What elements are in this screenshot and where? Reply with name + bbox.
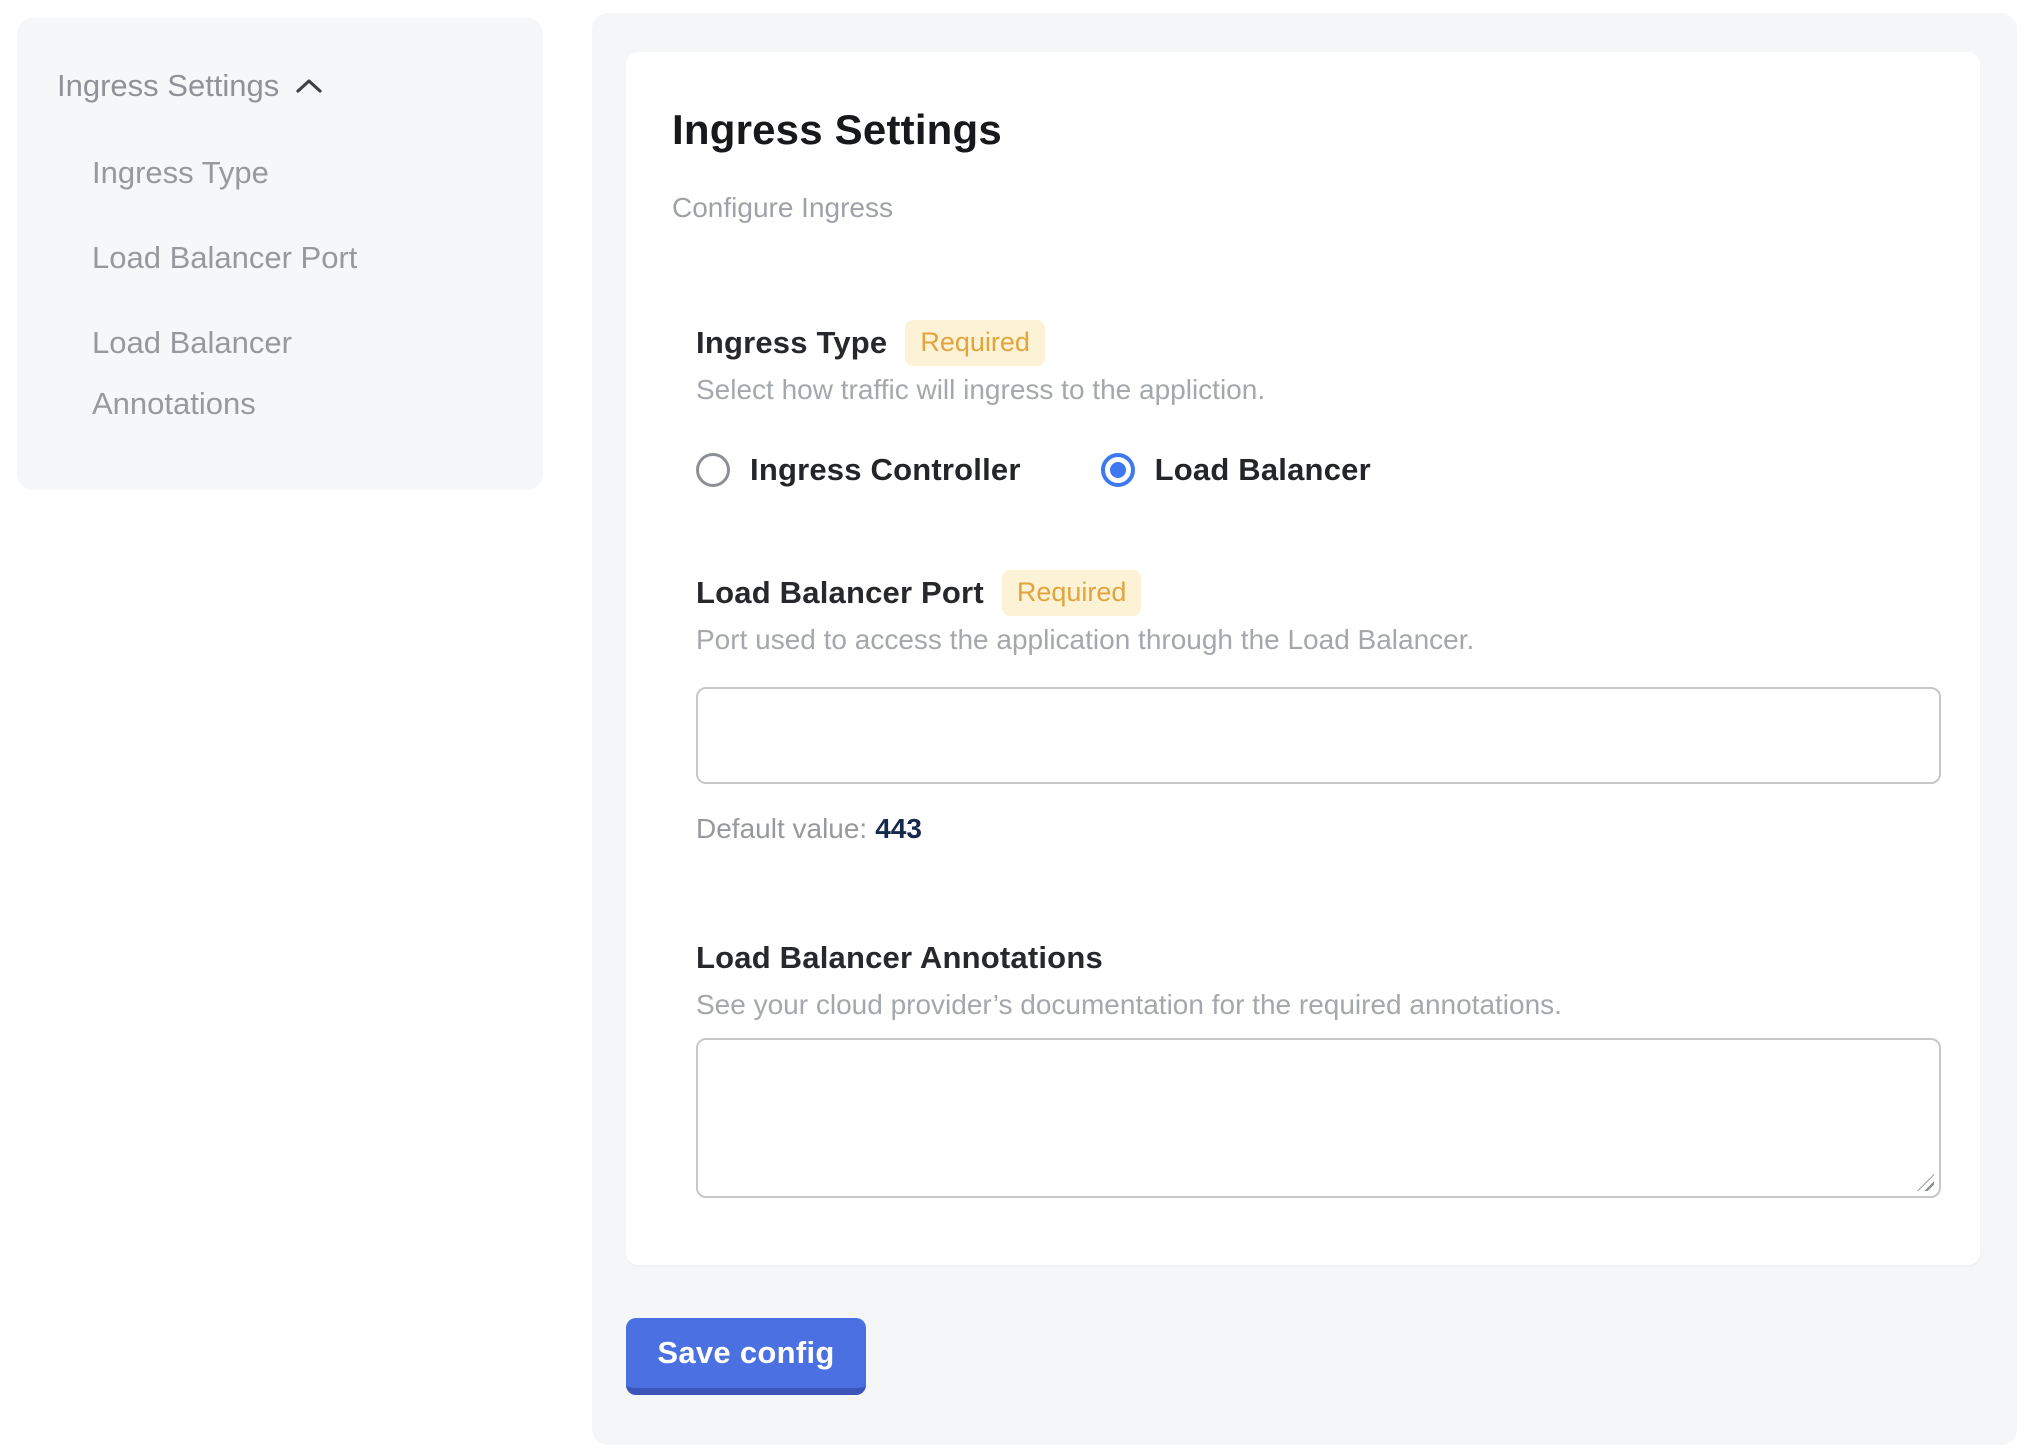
ingress-type-label: Ingress Type xyxy=(696,325,887,361)
page-subtitle: Configure Ingress xyxy=(672,191,1934,225)
radio-load-balancer[interactable]: Load Balancer xyxy=(1101,452,1371,488)
load-balancer-annotations-textarea[interactable] xyxy=(696,1038,1941,1198)
section-ingress-type: Ingress Type Required Select how traffic… xyxy=(696,319,1934,489)
section-load-balancer-annotations: Load Balancer Annotations See your cloud… xyxy=(696,934,1934,1198)
chevron-up-icon xyxy=(295,77,323,95)
default-value: 443 xyxy=(875,813,922,844)
ingress-type-description: Select how traffic will ingress to the a… xyxy=(696,373,1934,407)
settings-sidebar: Ingress Settings Ingress Type Load Balan… xyxy=(17,18,543,490)
save-config-button[interactable]: Save config xyxy=(626,1318,866,1395)
ingress-settings-card: Ingress Settings Configure Ingress Ingre… xyxy=(626,52,1980,1265)
sidebar-item-load-balancer-annotations[interactable]: Load Balancer Annotations xyxy=(57,312,362,434)
sidebar-item-load-balancer-port[interactable]: Load Balancer Port xyxy=(57,227,362,288)
sidebar-group-label: Ingress Settings xyxy=(57,68,279,104)
annotations-textarea-wrap xyxy=(696,1038,1941,1198)
radio-unselected-icon[interactable] xyxy=(696,453,730,487)
page-title: Ingress Settings xyxy=(672,107,1934,153)
load-balancer-port-description: Port used to access the application thro… xyxy=(696,623,1934,657)
required-badge: Required xyxy=(905,320,1045,366)
sidebar-group-ingress-settings[interactable]: Ingress Settings xyxy=(57,62,513,110)
load-balancer-annotations-description: See your cloud provider’s documentation … xyxy=(696,988,1934,1022)
radio-selected-icon[interactable] xyxy=(1101,453,1135,487)
load-balancer-annotations-label: Load Balancer Annotations xyxy=(696,940,1103,976)
default-value-line: Default value: 443 xyxy=(696,812,1934,846)
sidebar-item-ingress-type[interactable]: Ingress Type xyxy=(57,142,362,203)
radio-ingress-controller[interactable]: Ingress Controller xyxy=(696,452,1021,488)
load-balancer-port-label: Load Balancer Port xyxy=(696,575,984,611)
load-balancer-port-input[interactable] xyxy=(696,687,1941,784)
default-value-label: Default value: xyxy=(696,813,867,844)
required-badge: Required xyxy=(1002,570,1142,616)
section-load-balancer-port: Load Balancer Port Required Port used to… xyxy=(696,569,1934,846)
ingress-type-radio-group: Ingress Controller Load Balancer xyxy=(696,451,1934,489)
sidebar-nav: Ingress Type Load Balancer Port Load Bal… xyxy=(57,142,513,434)
